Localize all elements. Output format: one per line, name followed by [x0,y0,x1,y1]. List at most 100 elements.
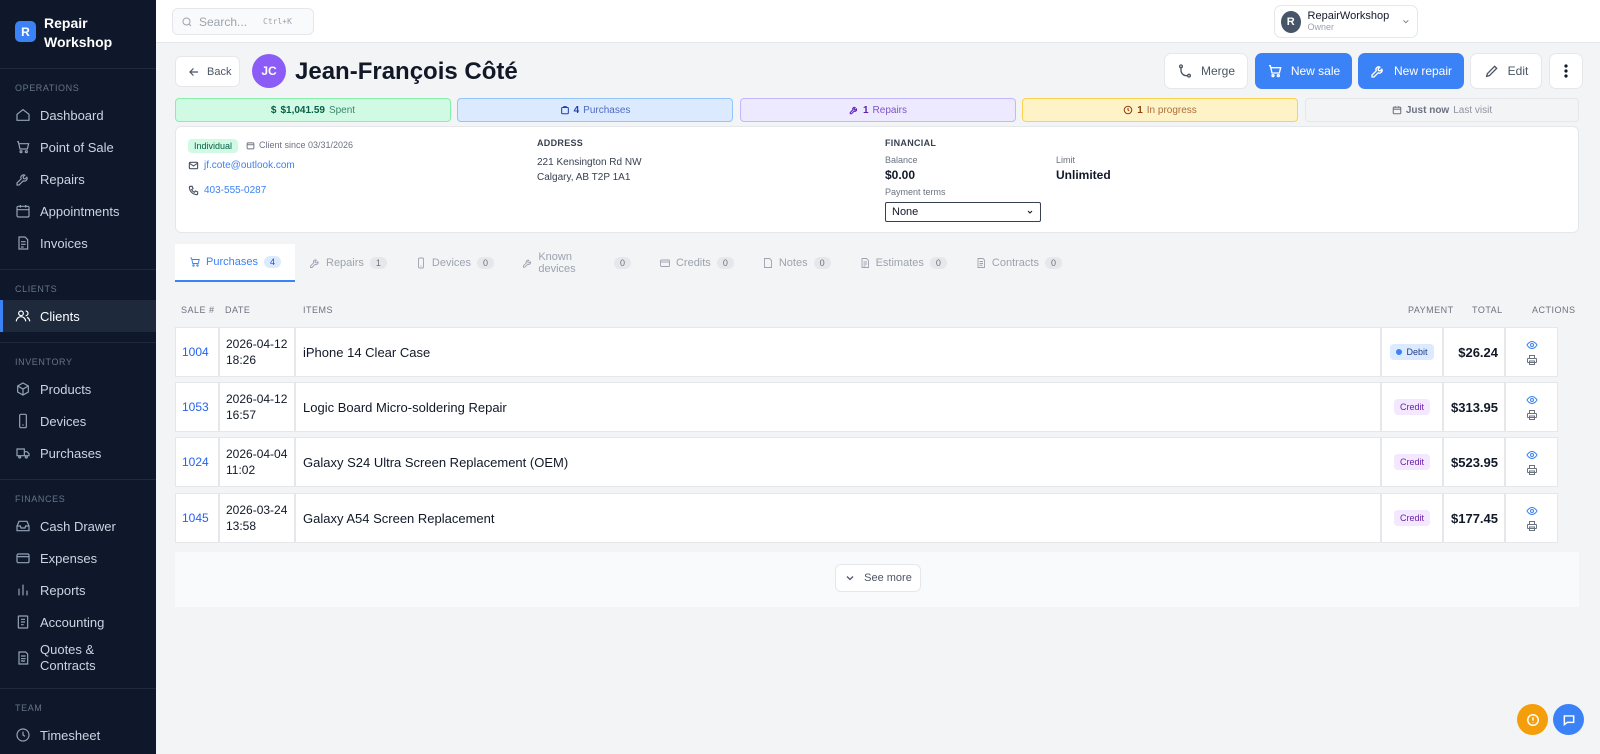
alert-circle-icon [1526,713,1539,726]
printer-icon[interactable] [1526,520,1538,532]
sidebar-item-label: Repairs [40,171,85,187]
sidebar-item-timesheet[interactable]: Timesheet [0,719,156,751]
sidebar-item-purchases[interactable]: Purchases [0,437,156,469]
nav-section-clients: CLIENTS Clients [0,282,156,332]
sidebar-item-reports[interactable]: Reports [0,574,156,606]
account-menu[interactable]: R RepairWorkshop Owner [1274,5,1418,38]
nav-section-heading: INVENTORY [15,357,73,367]
sidebar-item-dashboard[interactable]: Dashboard [0,99,156,131]
nav-section-finances: FINANCES Cash Drawer Expenses Reports Accoun… [0,492,156,678]
actions-cell [1505,327,1558,377]
edit-button[interactable]: Edit [1470,53,1542,89]
dollar-icon: $ [270,104,277,116]
nav-divider [0,269,156,270]
sidebar-item-products[interactable]: Products [0,373,156,405]
card-icon [660,259,670,267]
client-avatar: JC [252,54,286,88]
payment-terms-select[interactable]: None [885,202,1041,222]
client-email-link[interactable]: jf.cote@outlook.com [188,160,295,171]
balance-label: Balance [885,155,918,165]
phone-icon [19,413,27,429]
sidebar-item-appointments[interactable]: Appointments [0,195,156,227]
tab-known-devices[interactable]: Known devices 0 [508,244,645,282]
sidebar-item-accounting[interactable]: Accounting [0,606,156,638]
kebab-menu-icon [1564,64,1568,78]
tab-credits[interactable]: Credits 0 [645,244,748,282]
sidebar-item-repairs[interactable]: Repairs [0,163,156,195]
sidebar-item-devices[interactable]: Devices [0,405,156,437]
merge-button[interactable]: Merge [1164,53,1248,89]
eye-icon[interactable] [1525,394,1538,406]
printer-icon[interactable] [1526,464,1538,476]
table-row[interactable]: 1045 2026-03-24 13:58 Galaxy A54 Screen Rep… [175,493,1579,543]
tab-notes[interactable]: Notes 0 [748,244,845,282]
topbar: Search... Ctrl+K R RepairWorkshop Owner [156,0,1600,43]
alert-fab-button[interactable] [1517,704,1548,735]
sidebar-item-clients[interactable]: Clients [0,300,156,332]
sidebar: R Repair Workshop OPERATIONS Dashboard Poi… [0,0,156,754]
tab-devices[interactable]: Devices 0 [401,244,508,282]
sidebar-item-label: Timesheet [40,727,101,743]
client-info-card: Individual Client since 03/31/2026 jf.co… [175,126,1579,233]
chat-fab-button[interactable] [1553,704,1584,735]
new-repair-button[interactable]: New repair [1358,53,1464,89]
brand[interactable]: R Repair Workshop [0,0,156,68]
sidebar-item-label: Quotes & Contracts [40,642,96,673]
column-header-sale: SALE # [181,305,215,315]
sidebar-item-label: Devices [40,413,87,429]
nav-divider [0,479,156,480]
nav-section-heading: CLIENTS [15,284,58,294]
nav-section-inventory: INVENTORY Products Devices Purchases [0,355,156,469]
calendar-icon [1392,106,1402,115]
chevron-down-icon [846,576,854,581]
cart-icon [17,141,30,154]
sale-number-link[interactable]: 1004 [175,327,219,377]
table-row[interactable]: 1053 2026-04-12 16:57 Logic Board Micro-sol… [175,382,1579,432]
note-icon [763,258,772,268]
table-row[interactable]: 1024 2026-04-04 11:02 Galaxy S24 Ultra Scre… [175,437,1579,487]
brand-logo: R [15,21,36,42]
sidebar-item-invoices[interactable]: Invoices [0,227,156,259]
eye-icon[interactable] [1525,339,1538,351]
sale-number-link[interactable]: 1053 [175,382,219,432]
sidebar-item-expenses[interactable]: Expenses [0,542,156,574]
chevron-down-icon [1027,210,1033,214]
tab-label: Devices [431,257,472,269]
back-button[interactable]: Back [175,56,240,87]
stat-last-visit: Just now Last visit [1305,98,1579,122]
sidebar-item-label: Point of Sale [40,139,114,155]
stat-purchases: 4 Purchases [457,98,733,122]
mail-icon [188,161,199,170]
payment-badge: Debit [1390,344,1434,360]
sidebar-item-cash-drawer[interactable]: Cash Drawer [0,510,156,542]
more-options-button[interactable] [1549,53,1583,89]
sidebar-item-label: Cash Drawer [40,518,116,534]
chat-icon [1563,714,1574,726]
search-input[interactable]: Search... Ctrl+K [172,8,314,35]
sidebar-item-quotes-contracts[interactable]: Quotes & Contracts [0,638,156,678]
sale-number-link[interactable]: 1024 [175,437,219,487]
client-since: Client since 03/31/2026 [246,140,353,150]
stat-in-progress: 1 In progress [1022,98,1298,122]
tab-count-badge: 0 [716,257,734,269]
printer-icon[interactable] [1526,409,1538,421]
printer-icon[interactable] [1526,354,1538,366]
column-header-date: DATE [225,305,251,315]
arrow-left-icon [189,67,199,76]
tab-purchases[interactable]: Purchases 4 [175,244,295,282]
sidebar-item-point-of-sale[interactable]: Point of Sale [0,131,156,163]
table-row[interactable]: 1004 2026-04-12 18:26 iPhone 14 Clear Case D… [175,327,1579,377]
see-more-button[interactable]: See more [835,564,921,592]
tab-contracts[interactable]: Contracts 0 [961,244,1076,282]
eye-icon[interactable] [1525,449,1538,461]
client-phone-link[interactable]: 403-555-0287 [188,185,266,196]
drawer-icon [16,520,30,532]
sidebar-item-label: Accounting [40,614,105,630]
tab-repairs[interactable]: Repairs 1 [295,244,401,282]
new-sale-button[interactable]: New sale [1255,53,1352,89]
tab-estimates[interactable]: Estimates 0 [845,244,961,282]
sidebar-item-label: Purchases [40,445,102,461]
tab-label: Credits [675,257,711,269]
eye-icon[interactable] [1525,505,1538,517]
sale-number-link[interactable]: 1045 [175,493,219,543]
